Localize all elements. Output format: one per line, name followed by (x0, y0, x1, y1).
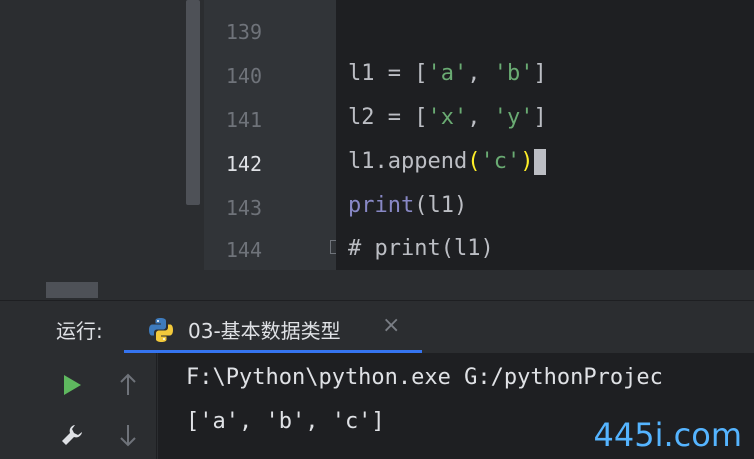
close-icon[interactable]: × (382, 313, 400, 338)
code-token: ] (533, 105, 547, 130)
code-token: 'x' (427, 105, 468, 130)
code-token: ( (467, 149, 481, 174)
scroll-down-button[interactable] (112, 419, 144, 451)
rerun-button[interactable] (56, 369, 88, 401)
code-token: l1.append (348, 149, 468, 174)
code-line[interactable]: print(l1) (348, 193, 467, 218)
code-line[interactable]: l1 = ['a', 'b'] (348, 61, 547, 86)
code-token: ] (533, 61, 547, 86)
code-token: ) (520, 149, 534, 174)
code-token: 'a' (427, 61, 468, 86)
project-pane-scrollbar[interactable] (186, 0, 200, 205)
run-icon (64, 375, 81, 395)
line-number-current: 142 (225, 152, 262, 176)
run-label: 运行: (56, 319, 103, 343)
code-token: print (348, 193, 415, 218)
line-number: 139 (225, 20, 262, 44)
python-icon (149, 318, 173, 342)
code-token: l2 = [ (348, 105, 428, 130)
code-token: l1 = [ (348, 61, 428, 86)
code-token: # print(l1) (348, 236, 494, 261)
run-tab-title: 03-基本数据类型 (188, 319, 341, 343)
settings-button[interactable] (56, 419, 88, 451)
left-tool-strip (0, 0, 45, 300)
code-line[interactable]: l2 = ['x', 'y'] (348, 105, 547, 130)
run-header: 运行: 03-基本数据类型 × (0, 301, 754, 353)
line-number-gutter: 139 140 141 142 143 144 (204, 0, 336, 270)
scroll-up-button[interactable] (112, 369, 144, 401)
wrench-icon (62, 425, 82, 445)
project-pane-hscrollbar[interactable] (46, 282, 98, 298)
code-line-current[interactable]: l1.append('c') (348, 149, 547, 175)
line-number: 141 (225, 108, 262, 132)
code-token: 'b' (493, 61, 534, 86)
code-line[interactable]: # print(l1) (348, 236, 494, 261)
console-line: F:\Python\python.exe G:/pythonProjec (186, 365, 663, 390)
line-number: 140 (225, 64, 262, 88)
line-number: 144 (225, 238, 262, 262)
code-token: 'c' (480, 149, 521, 174)
arrow-down-icon (120, 425, 136, 447)
code-token: 'y' (493, 105, 534, 130)
editor-bottom-bar (204, 270, 754, 300)
watermark: 445i.com (593, 416, 742, 454)
code-token: , (467, 61, 494, 86)
run-toolbar (44, 353, 157, 459)
line-number: 143 (225, 196, 262, 220)
arrow-up-icon (120, 373, 136, 395)
console-line: ['a', 'b', 'c'] (186, 409, 385, 434)
text-caret (534, 149, 547, 175)
project-pane (44, 0, 204, 300)
code-token: , (467, 105, 494, 130)
run-tab[interactable]: 03-基本数据类型 × (124, 301, 422, 353)
code-editor[interactable]: l1 = ['a', 'b'] l2 = ['x', 'y'] l1.appen… (336, 0, 754, 270)
code-token: (l1) (414, 193, 468, 218)
